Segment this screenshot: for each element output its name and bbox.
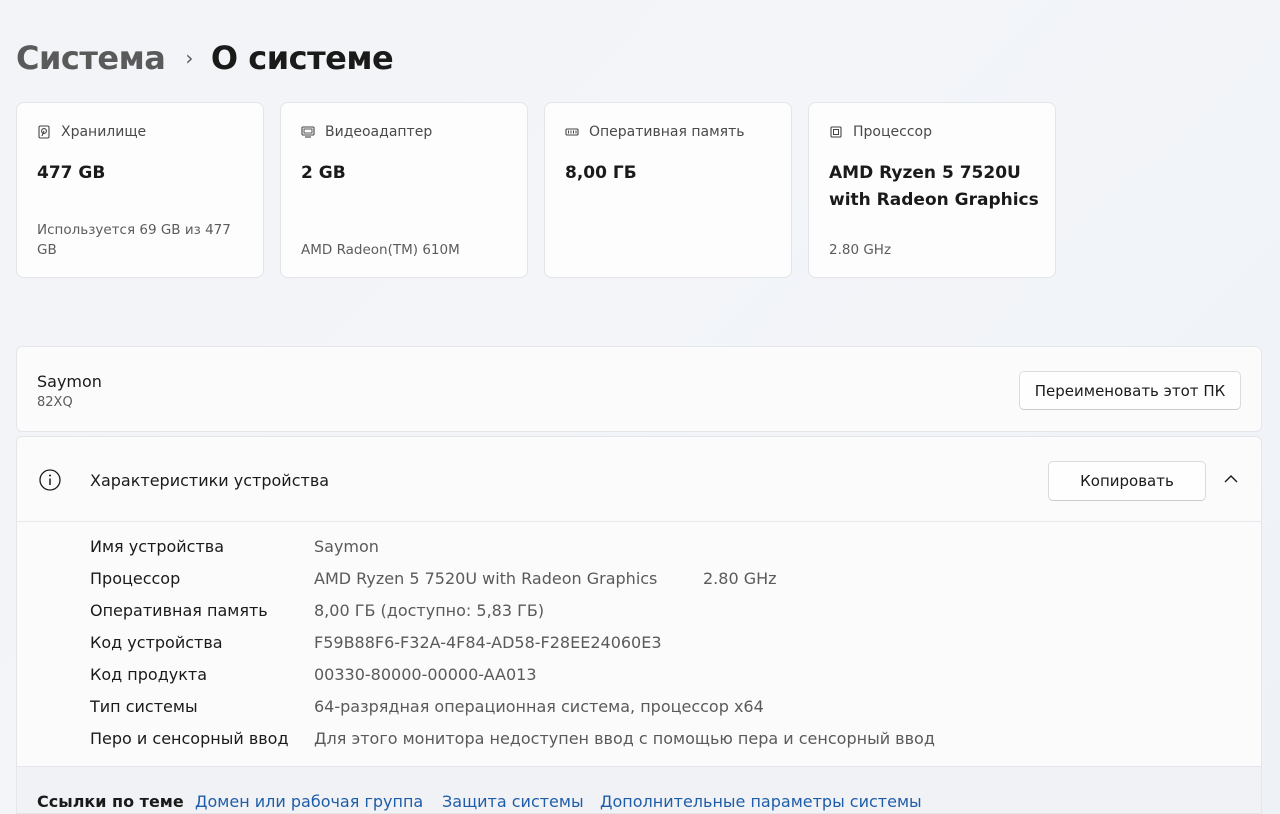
spec-row-ram: Оперативная память 8,00 ГБ (доступно: 5,… — [90, 599, 544, 623]
link-advanced-system-settings[interactable]: Дополнительные параметры системы — [600, 792, 922, 811]
rename-pc-button[interactable]: Переименовать этот ПК — [1019, 371, 1241, 410]
chevron-up-icon[interactable] — [1223, 471, 1239, 487]
card-storage-title: Хранилище — [61, 124, 147, 140]
spec-label: Процессор — [90, 569, 181, 588]
card-gpu-name: AMD Radeon(TM) 610M — [301, 242, 460, 258]
breadcrumb-parent-system[interactable]: Система — [16, 36, 166, 80]
spec-value: AMD Ryzen 5 7520U with Radeon Graphics — [314, 569, 658, 588]
card-storage[interactable]: Хранилище 477 GB Используется 69 GB из 4… — [16, 102, 264, 278]
spec-label: Оперативная память — [90, 601, 268, 620]
spec-value: Для этого монитора недоступен ввод с пом… — [314, 729, 935, 748]
device-specs-header[interactable]: Характеристики устройства Копировать — [16, 436, 1262, 522]
copy-button[interactable]: Копировать — [1048, 461, 1206, 501]
breadcrumb: Система › О системе — [16, 36, 394, 80]
pc-model: 82XQ — [37, 395, 73, 410]
spec-row-device-id: Код устройства F59B88F6-F32A-4F84-AD58-F… — [90, 631, 662, 655]
link-domain-workgroup[interactable]: Домен или рабочая группа — [195, 792, 423, 811]
device-specs-list: Имя устройства Saymon Процессор AMD Ryze… — [16, 521, 1262, 767]
spec-label: Перо и сенсорный ввод — [90, 729, 289, 748]
summary-cards: Хранилище 477 GB Используется 69 GB из 4… — [16, 102, 1056, 278]
spec-label: Код продукта — [90, 665, 208, 684]
card-cpu-value: AMD Ryzen 5 7520U with Radeon Graphics — [829, 163, 1039, 210]
link-system-protection[interactable]: Защита системы — [442, 792, 584, 811]
page-title: О системе — [210, 39, 394, 77]
card-ram[interactable]: Оперативная память 8,00 ГБ — [544, 102, 792, 278]
card-storage-value: 477 GB — [37, 163, 106, 183]
spec-value: Saymon — [314, 537, 379, 556]
spec-value: 00330-80000-00000-AA013 — [314, 665, 537, 684]
spec-row-processor: Процессор AMD Ryzen 5 7520U with Radeon … — [90, 567, 777, 591]
processor-icon — [830, 126, 842, 138]
card-storage-header: Хранилище — [37, 124, 146, 140]
spec-value: F59B88F6-F32A-4F84-AD58-F28EE24060E3 — [314, 633, 662, 652]
card-display-adapter[interactable]: Видеоадаптер 2 GB AMD Radeon(TM) 610M — [280, 102, 528, 278]
breadcrumb-chevron-icon: › — [185, 46, 193, 70]
card-cpu-title: Процессор — [853, 124, 932, 140]
spec-value: 8,00 ГБ (доступно: 5,83 ГБ) — [314, 601, 545, 620]
card-ram-value: 8,00 ГБ — [565, 163, 637, 183]
pc-name: Saymon — [37, 372, 102, 391]
related-links-bar: Ссылки по теме Домен или рабочая группа … — [16, 767, 1262, 814]
display-adapter-icon — [301, 126, 315, 138]
info-icon — [39, 469, 61, 491]
card-gpu-value: 2 GB — [301, 163, 346, 183]
spec-label: Код устройства — [90, 633, 223, 652]
card-gpu-header: Видеоадаптер — [301, 124, 432, 140]
memory-icon — [565, 128, 579, 136]
storage-icon — [38, 125, 50, 139]
card-storage-usage: Используется 69 GB из 477 GB — [37, 222, 231, 258]
card-gpu-title: Видеоадаптер — [325, 124, 433, 140]
spec-label: Имя устройства — [90, 537, 225, 556]
spec-row-pen-touch: Перо и сенсорный ввод Для этого монитора… — [90, 727, 935, 751]
card-ram-title: Оперативная память — [589, 124, 745, 140]
spec-row-system-type: Тип системы 64-разрядная операционная си… — [90, 695, 764, 719]
spec-row-device-name: Имя устройства Saymon — [90, 535, 379, 559]
pc-name-panel: Saymon 82XQ Переименовать этот ПК — [16, 346, 1262, 432]
device-specs-title: Характеристики устройства — [90, 471, 330, 490]
related-links-title: Ссылки по теме — [37, 792, 184, 811]
card-ram-header: Оперативная память — [565, 124, 744, 140]
spec-label: Тип системы — [90, 697, 198, 716]
card-processor[interactable]: Процессор AMD Ryzen 5 7520U with Radeon … — [808, 102, 1056, 278]
spec-processor-frequency: 2.80 GHz — [703, 569, 777, 588]
card-cpu-frequency: 2.80 GHz — [829, 242, 892, 258]
spec-row-product-id: Код продукта 00330-80000-00000-AA013 — [90, 663, 537, 687]
card-cpu-header: Процессор — [829, 124, 932, 140]
spec-value: 64-разрядная операционная система, проце… — [314, 697, 764, 716]
